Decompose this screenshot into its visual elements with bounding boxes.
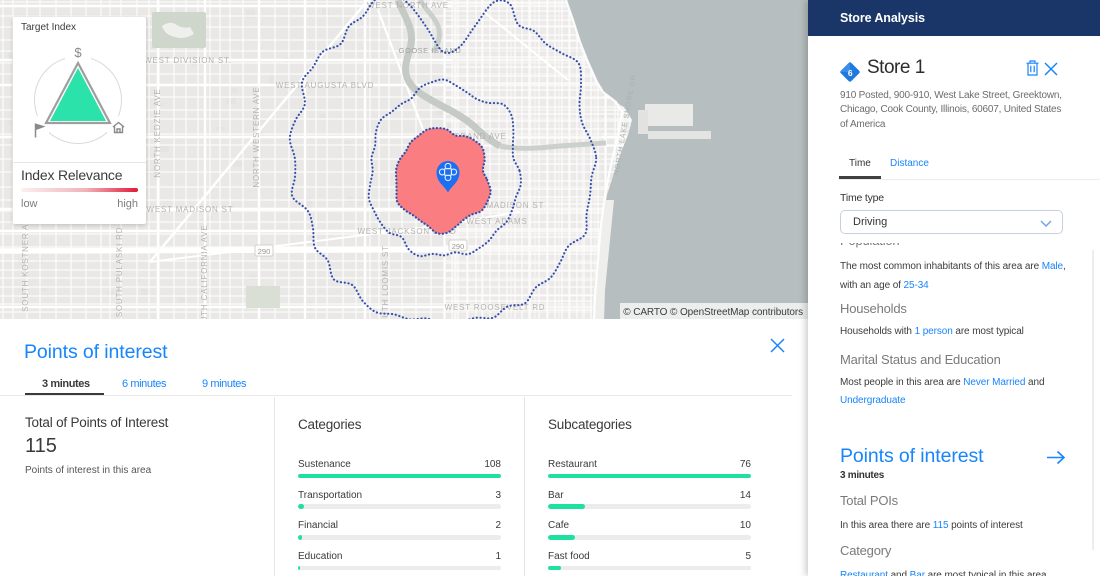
svg-text:© CARTO © OpenStreetMap contri: © CARTO © OpenStreetMap contributors	[623, 307, 803, 318]
svg-text:WEST ADAMS: WEST ADAMS	[466, 217, 527, 226]
svg-text:NORTH WESTERN AVE: NORTH WESTERN AVE	[252, 86, 261, 187]
svg-text:GOOSE ISLAND: GOOSE ISLAND	[399, 46, 462, 55]
svg-text:290: 290	[258, 247, 271, 256]
svg-text:WEST MADISON ST: WEST MADISON ST	[147, 205, 234, 214]
svg-text:SOUTH LOOMIS ST: SOUTH LOOMIS ST	[381, 245, 390, 320]
svg-text:SOUTH PULASKI RD: SOUTH PULASKI RD	[115, 227, 124, 318]
svg-text:WEST ROOSEVELT RD: WEST ROOSEVELT RD	[445, 303, 546, 312]
svg-text:SOUTH KOSTNER AVE: SOUTH KOSTNER AVE	[21, 212, 30, 312]
svg-text:SOUTH CALIFORNIA AVE: SOUTH CALIFORNIA AVE	[200, 225, 209, 320]
svg-text:$: $	[74, 45, 82, 60]
svg-text:NORTH KEDZIE AVE: NORTH KEDZIE AVE	[153, 88, 162, 177]
svg-text:6: 6	[848, 68, 853, 78]
svg-text:WEST DIVISION ST.: WEST DIVISION ST.	[144, 56, 232, 65]
svg-text:WEST NORTH AVE: WEST NORTH AVE	[367, 1, 449, 10]
svg-text:290: 290	[452, 242, 465, 251]
svg-text:WEST AUGUSTA BLVD: WEST AUGUSTA BLVD	[276, 81, 375, 90]
